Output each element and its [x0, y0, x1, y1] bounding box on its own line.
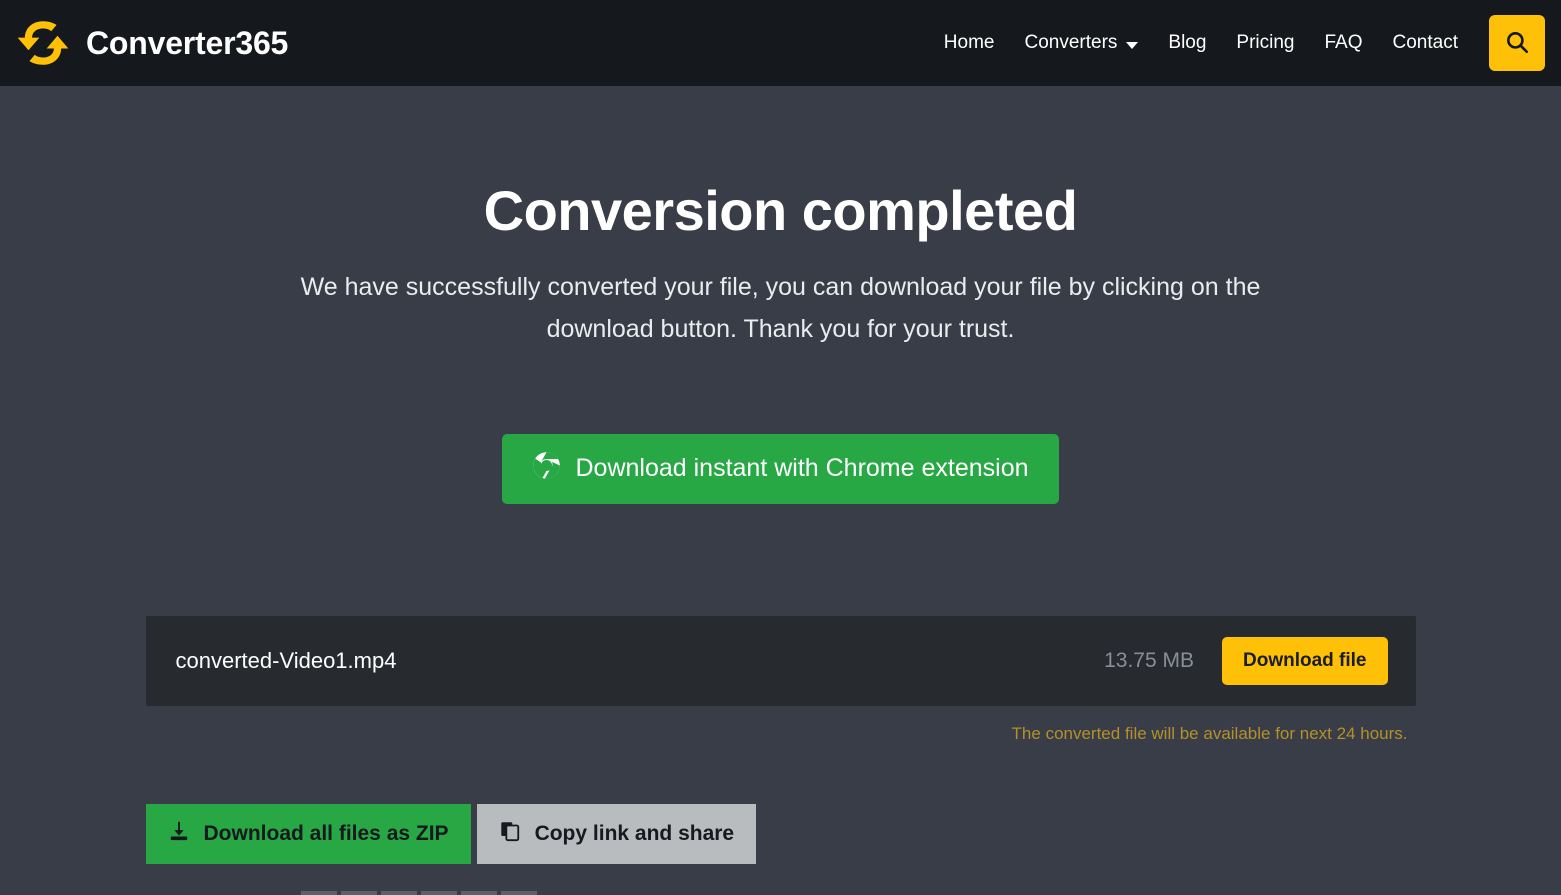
nav-item-converters[interactable]: Converters [1009, 24, 1153, 62]
download-file-button[interactable]: Download file [1222, 637, 1388, 685]
brand-logo[interactable]: Converter365 [14, 14, 288, 72]
nav-item-label: Contact [1393, 32, 1458, 54]
nav-item-label: Blog [1168, 32, 1206, 54]
nav-item-label: Pricing [1236, 32, 1294, 54]
copy-icon [499, 820, 521, 848]
nav-item-home[interactable]: Home [929, 24, 1010, 62]
sync-arrows-icon [14, 14, 72, 72]
copy-link-button[interactable]: Copy link and share [477, 804, 757, 864]
share-email-button[interactable] [421, 891, 457, 895]
share-twitter-button[interactable] [341, 891, 377, 895]
nav-item-blog[interactable]: Blog [1153, 24, 1221, 62]
share-whatsapp-button[interactable] [381, 891, 417, 895]
file-size: 13.75 MB [1104, 649, 1194, 673]
hero-description: We have successfully converted your file… [276, 266, 1286, 350]
copy-link-label: Copy link and share [535, 822, 735, 846]
chrome-extension-label: Download instant with Chrome extension [575, 454, 1028, 483]
page-title: Conversion completed [0, 180, 1561, 242]
chrome-cta-wrapper: Download instant with Chrome extension [0, 434, 1561, 504]
hero-section: Conversion completed We have successfull… [0, 86, 1561, 350]
brand-name: Converter365 [86, 25, 288, 62]
share-skype-button[interactable]: S [461, 891, 497, 895]
download-icon [168, 820, 190, 848]
main-navigation: Home Converters Blog Pricing FAQ Contact [929, 15, 1545, 71]
share-linkedin-button[interactable] [301, 891, 337, 895]
share-more-button[interactable] [501, 891, 537, 895]
file-row: converted-Video1.mp4 13.75 MB Download f… [146, 616, 1416, 706]
nav-item-label: Converters [1024, 32, 1117, 54]
share-buttons: S [301, 891, 537, 895]
search-icon [1504, 29, 1530, 58]
chrome-icon [532, 451, 561, 487]
nav-item-faq[interactable]: FAQ [1310, 24, 1378, 62]
search-button[interactable] [1489, 15, 1545, 71]
nav-item-label: Home [944, 32, 995, 54]
nav-item-contact[interactable]: Contact [1378, 24, 1473, 62]
nav-item-pricing[interactable]: Pricing [1221, 24, 1309, 62]
nav-item-label: FAQ [1325, 32, 1363, 54]
download-zip-label: Download all files as ZIP [204, 822, 449, 846]
expiry-notice: The converted file will be available for… [146, 724, 1416, 744]
download-zip-button[interactable]: Download all files as ZIP [146, 804, 471, 864]
chrome-extension-button[interactable]: Download instant with Chrome extension [502, 434, 1058, 504]
chevron-down-icon [1126, 42, 1138, 49]
site-header: Converter365 Home Converters Blog Pricin… [0, 0, 1561, 86]
share-row: Share your file [146, 891, 1416, 895]
action-buttons: Download all files as ZIP Copy link and … [146, 804, 1416, 864]
file-name: converted-Video1.mp4 [176, 648, 397, 674]
results-content: converted-Video1.mp4 13.75 MB Download f… [146, 616, 1416, 895]
